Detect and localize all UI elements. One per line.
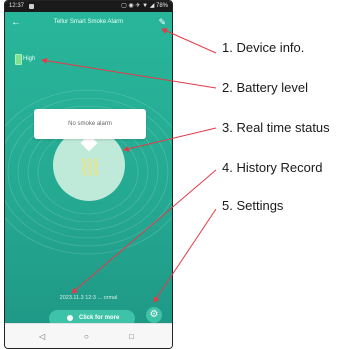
callout-label-history-record: 4. History Record bbox=[222, 160, 323, 175]
callout-line-device-info bbox=[161, 28, 217, 54]
callout-label-battery-level: 2. Battery level bbox=[222, 80, 308, 95]
callout-line-real-time-status bbox=[123, 127, 217, 152]
callout-line-settings bbox=[153, 208, 217, 303]
callout-line-battery-level bbox=[41, 57, 217, 89]
callout-line-history-record bbox=[71, 169, 217, 294]
callout-label-settings: 5. Settings bbox=[222, 198, 284, 213]
callout-label-real-time-status: 3. Real time status bbox=[222, 120, 330, 135]
callout-label-device-info: 1. Device info. bbox=[222, 40, 305, 55]
